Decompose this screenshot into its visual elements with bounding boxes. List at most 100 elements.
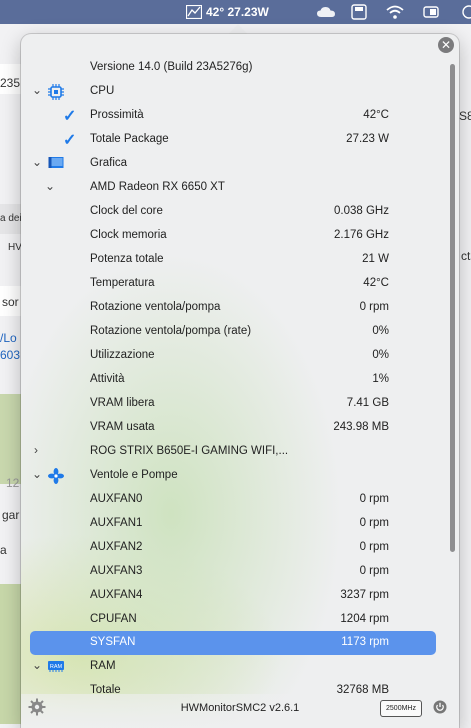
chevron-down-icon[interactable]: ⌄ bbox=[32, 83, 42, 97]
sensor-value: 243.98 MB bbox=[333, 421, 389, 433]
close-button[interactable]: ✕ bbox=[438, 37, 454, 53]
close-icon: ✕ bbox=[440, 38, 452, 52]
cloud-icon[interactable] bbox=[316, 0, 336, 24]
sensor-label: Temperatura bbox=[90, 277, 155, 289]
subgroup-motherboard[interactable]: › ROG STRIX B650E-I GAMING WIFI,... bbox=[21, 440, 459, 464]
hwmonitor-status-item[interactable]: 42° 27.23W bbox=[186, 0, 269, 24]
sensor-value: 1% bbox=[372, 373, 389, 385]
popover-arrow bbox=[229, 24, 247, 34]
chevron-down-icon[interactable]: ⌄ bbox=[45, 179, 55, 193]
group-label: CPU bbox=[90, 85, 115, 97]
sensor-value: 2.176 GHz bbox=[334, 229, 389, 241]
chevron-down-icon[interactable]: ⌄ bbox=[32, 467, 42, 481]
sensor-value: 0 rpm bbox=[359, 301, 389, 313]
sensor-row[interactable]: Clock del core 0.038 GHz bbox=[21, 200, 459, 224]
wifi-icon[interactable] bbox=[386, 0, 404, 24]
sensor-row-selected[interactable]: SYSFAN 1173 rpm bbox=[21, 631, 459, 655]
version-row: Versione 14.0 (Build 23A5276g) bbox=[21, 56, 459, 80]
menu-bar: 42° 27.23W bbox=[0, 0, 471, 24]
sensor-row[interactable]: Attività 1% bbox=[21, 368, 459, 392]
sensor-label: Clock memoria bbox=[90, 229, 167, 241]
sensor-value: 42°C bbox=[363, 277, 389, 289]
sensor-label: Utilizzazione bbox=[90, 349, 155, 361]
sensor-value: 0 rpm bbox=[359, 493, 389, 505]
version-label: Versione 14.0 (Build 23A5276g) bbox=[90, 61, 253, 73]
sensor-value: 0 rpm bbox=[359, 541, 389, 553]
popover-footer: HWMonitorSMC2 v2.6.1 2500MHz bbox=[21, 694, 459, 728]
sensor-row[interactable]: Potenza totale 21 W bbox=[21, 248, 459, 272]
sensor-value: 1204 rpm bbox=[340, 613, 389, 625]
sensor-value: 0% bbox=[372, 325, 389, 337]
hwmonitor-status-label: 42° 27.23W bbox=[206, 5, 269, 19]
frequency-badge[interactable]: 2500MHz bbox=[380, 700, 422, 717]
sensor-row[interactable]: Rotazione ventola/pompa 0 rpm bbox=[21, 296, 459, 320]
sensor-label: AUXFAN1 bbox=[90, 517, 143, 529]
group-ram[interactable]: ⌄ RAM RAM bbox=[21, 655, 459, 679]
checkmark-icon: ✓ bbox=[63, 108, 77, 125]
bg-link[interactable]: /Lo bbox=[0, 331, 17, 345]
sensor-label: Attività bbox=[90, 373, 125, 385]
checkmark-icon: ✓ bbox=[63, 132, 77, 149]
sensor-row[interactable]: CPUFAN 1204 rpm bbox=[21, 608, 459, 632]
sensor-row[interactable]: VRAM libera 7.41 GB bbox=[21, 392, 459, 416]
chart-icon bbox=[186, 5, 202, 19]
sensor-value: 0% bbox=[372, 349, 389, 361]
chevron-down-icon[interactable]: ⌄ bbox=[32, 658, 42, 672]
sensor-row[interactable]: ✓ Prossimità 42°C bbox=[21, 104, 459, 128]
bg-text: 235 bbox=[0, 76, 21, 90]
group-fans[interactable]: ⌄ Ventole e Pompe bbox=[21, 464, 459, 488]
bg-link[interactable]: 603 bbox=[0, 348, 20, 362]
sensor-label: VRAM libera bbox=[90, 397, 155, 409]
bg-text: cts bbox=[461, 249, 471, 263]
sensor-row[interactable]: Utilizzazione 0% bbox=[21, 344, 459, 368]
sensor-row[interactable]: AUXFAN1 0 rpm bbox=[21, 512, 459, 536]
sensor-row[interactable]: VRAM usata 243.98 MB bbox=[21, 416, 459, 440]
group-label: RAM bbox=[90, 660, 116, 672]
sensor-label: Totale Package bbox=[90, 133, 169, 145]
ram-icon: RAM bbox=[48, 661, 64, 675]
sensor-label: Rotazione ventola/pompa bbox=[90, 301, 221, 313]
bg-text: a dei bbox=[0, 213, 22, 224]
sensor-label: Prossimità bbox=[90, 109, 144, 121]
sensor-value: 1173 rpm bbox=[341, 636, 389, 648]
cpu-icon bbox=[48, 84, 64, 103]
sensor-row[interactable]: Clock memoria 2.176 GHz bbox=[21, 224, 459, 248]
subgroup-gpu[interactable]: ⌄ AMD Radeon RX 6650 XT bbox=[21, 176, 459, 200]
sensor-row[interactable]: AUXFAN2 0 rpm bbox=[21, 536, 459, 560]
bg-map-fragment bbox=[0, 584, 22, 724]
subgroup-label: ROG STRIX B650E-I GAMING WIFI,... bbox=[90, 445, 289, 457]
group-label: Ventole e Pompe bbox=[90, 469, 178, 481]
sensor-label: AUXFAN3 bbox=[90, 565, 143, 577]
svg-text:RAM: RAM bbox=[50, 664, 63, 670]
sensor-row[interactable]: AUXFAN0 0 rpm bbox=[21, 488, 459, 512]
disk-icon[interactable] bbox=[351, 0, 367, 24]
sensor-row[interactable]: AUXFAN3 0 rpm bbox=[21, 560, 459, 584]
display-icon bbox=[48, 156, 64, 173]
sensor-value: 42°C bbox=[363, 109, 389, 121]
sensor-value: 7.41 GB bbox=[346, 397, 389, 409]
group-graphics[interactable]: ⌄ Grafica bbox=[21, 152, 459, 176]
subgroup-label: AMD Radeon RX 6650 XT bbox=[90, 181, 225, 193]
control-center-icon[interactable] bbox=[423, 0, 439, 24]
bg-text: S8 bbox=[459, 109, 471, 123]
sensor-label: CPUFAN bbox=[90, 613, 137, 625]
sensor-label: Clock del core bbox=[90, 205, 163, 217]
siri-icon[interactable] bbox=[460, 0, 471, 24]
sensor-label: VRAM usata bbox=[90, 421, 155, 433]
sensor-row[interactable]: AUXFAN4 3237 rpm bbox=[21, 584, 459, 608]
bg-text: gar bbox=[2, 508, 20, 522]
fan-icon bbox=[48, 468, 64, 487]
bg-text: a bbox=[0, 543, 7, 557]
bg-map-fragment bbox=[0, 394, 22, 484]
chevron-right-icon[interactable]: › bbox=[34, 443, 38, 457]
sensor-value: 0 rpm bbox=[359, 517, 389, 529]
sensor-row[interactable]: Temperatura 42°C bbox=[21, 272, 459, 296]
group-cpu[interactable]: ⌄ CPU bbox=[21, 80, 459, 104]
sensor-row[interactable]: Rotazione ventola/pompa (rate) 0% bbox=[21, 320, 459, 344]
sensor-row[interactable]: ✓ Totale Package 27.23 W bbox=[21, 128, 459, 152]
power-icon[interactable] bbox=[433, 700, 447, 719]
chevron-down-icon[interactable]: ⌄ bbox=[32, 155, 42, 169]
bg-text: HV bbox=[8, 242, 22, 253]
sensor-label: AUXFAN4 bbox=[90, 589, 143, 601]
bg-text: 12 bbox=[6, 476, 20, 490]
